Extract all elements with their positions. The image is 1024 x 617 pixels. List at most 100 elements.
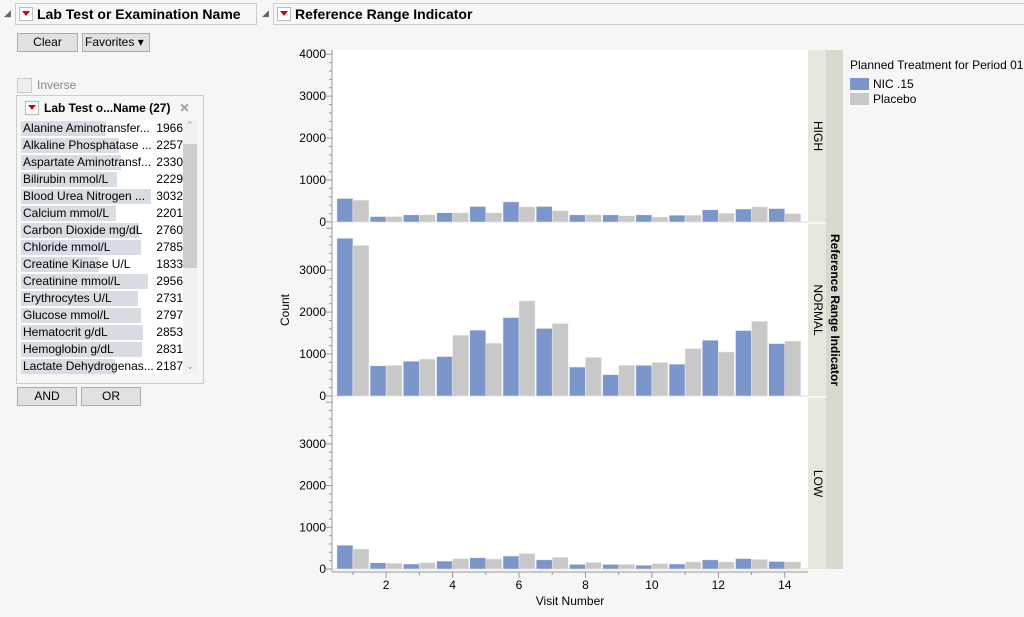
bar-low-nic15[interactable] bbox=[403, 563, 420, 570]
bar-normal-placebo[interactable] bbox=[518, 300, 536, 397]
bar-normal-nic15[interactable] bbox=[569, 366, 586, 397]
x-tick-label: 8 bbox=[582, 578, 589, 592]
bar-normal-nic15[interactable] bbox=[535, 328, 553, 397]
bar-low-nic15[interactable] bbox=[768, 561, 785, 570]
bar-low-nic15[interactable] bbox=[535, 559, 553, 570]
bar-high-nic15[interactable] bbox=[668, 215, 686, 223]
bar-high-nic15[interactable] bbox=[569, 214, 586, 223]
bar-normal-placebo[interactable] bbox=[452, 334, 469, 397]
bar-normal-placebo[interactable] bbox=[551, 323, 569, 397]
y-tick-label: 1000 bbox=[299, 520, 326, 534]
bar-low-placebo[interactable] bbox=[452, 558, 469, 570]
bar-high-nic15[interactable] bbox=[369, 216, 387, 223]
bar-low-placebo[interactable] bbox=[751, 559, 768, 570]
legend-label[interactable]: Placebo bbox=[873, 92, 917, 106]
bar-normal-nic15[interactable] bbox=[469, 329, 487, 397]
bar-high-placebo[interactable] bbox=[651, 216, 669, 223]
bar-normal-placebo[interactable] bbox=[485, 342, 503, 397]
bar-low-nic15[interactable] bbox=[702, 559, 719, 570]
panel-label: LOW bbox=[811, 470, 825, 498]
bar-high-placebo[interactable] bbox=[385, 216, 403, 223]
bar-normal-nic15[interactable] bbox=[602, 374, 619, 397]
legend-swatch[interactable] bbox=[850, 93, 869, 105]
y-tick-label: 2000 bbox=[299, 131, 326, 145]
bar-normal-placebo[interactable] bbox=[651, 362, 669, 397]
bar-high-placebo[interactable] bbox=[718, 212, 735, 223]
bar-high-nic15[interactable] bbox=[735, 208, 752, 223]
bar-high-placebo[interactable] bbox=[618, 215, 635, 223]
bar-high-nic15[interactable] bbox=[469, 206, 487, 223]
bar-normal-placebo[interactable] bbox=[618, 365, 635, 397]
bar-high-placebo[interactable] bbox=[352, 199, 370, 223]
bar-normal-nic15[interactable] bbox=[502, 317, 520, 397]
bar-normal-nic15[interactable] bbox=[768, 343, 785, 397]
y-axis-label: Count bbox=[278, 293, 292, 326]
bar-normal-placebo[interactable] bbox=[784, 340, 801, 397]
bar-low-placebo[interactable] bbox=[419, 562, 436, 570]
bar-high-placebo[interactable] bbox=[585, 214, 602, 223]
y-tick-label: 2000 bbox=[299, 305, 326, 319]
bar-high-placebo[interactable] bbox=[518, 206, 536, 223]
bar-high-placebo[interactable] bbox=[485, 212, 503, 223]
bar-low-nic15[interactable] bbox=[469, 557, 487, 570]
bar-high-nic15[interactable] bbox=[336, 198, 354, 223]
bar-low-nic15[interactable] bbox=[502, 555, 520, 570]
y-tick-label: 3000 bbox=[299, 437, 326, 451]
bar-low-nic15[interactable] bbox=[602, 564, 619, 570]
bar-low-placebo[interactable] bbox=[718, 561, 735, 570]
bar-normal-placebo[interactable] bbox=[718, 351, 735, 397]
bar-high-placebo[interactable] bbox=[784, 213, 801, 223]
bar-normal-placebo[interactable] bbox=[684, 348, 702, 397]
bar-normal-nic15[interactable] bbox=[369, 365, 387, 397]
bar-normal-nic15[interactable] bbox=[702, 339, 719, 397]
bar-low-nic15[interactable] bbox=[436, 560, 453, 570]
bar-low-nic15[interactable] bbox=[369, 562, 387, 570]
x-tick-label: 2 bbox=[383, 578, 390, 592]
bar-high-nic15[interactable] bbox=[702, 209, 719, 223]
bar-high-nic15[interactable] bbox=[502, 201, 520, 223]
bar-low-placebo[interactable] bbox=[518, 553, 536, 570]
bar-normal-nic15[interactable] bbox=[403, 360, 420, 397]
strip-title: Reference Range Indicator bbox=[828, 234, 842, 386]
bar-normal-nic15[interactable] bbox=[436, 356, 453, 397]
legend-label[interactable]: NIC .15 bbox=[873, 77, 914, 91]
bar-high-nic15[interactable] bbox=[768, 208, 785, 223]
bar-high-nic15[interactable] bbox=[602, 214, 619, 223]
bar-low-nic15[interactable] bbox=[336, 544, 354, 570]
bar-low-placebo[interactable] bbox=[684, 561, 702, 570]
panel-label: NORMAL bbox=[811, 284, 825, 336]
bar-low-placebo[interactable] bbox=[385, 562, 403, 570]
bar-high-placebo[interactable] bbox=[551, 210, 569, 223]
y-tick-label: 2000 bbox=[299, 479, 326, 493]
bar-normal-nic15[interactable] bbox=[668, 363, 686, 397]
bar-low-nic15[interactable] bbox=[735, 558, 752, 570]
bar-low-nic15[interactable] bbox=[668, 563, 686, 570]
bar-low-placebo[interactable] bbox=[651, 563, 669, 570]
bar-normal-nic15[interactable] bbox=[735, 330, 752, 397]
bar-normal-placebo[interactable] bbox=[385, 365, 403, 397]
bar-high-placebo[interactable] bbox=[419, 214, 436, 223]
bar-normal-placebo[interactable] bbox=[352, 245, 370, 397]
bar-low-nic15[interactable] bbox=[635, 564, 653, 570]
bar-low-placebo[interactable] bbox=[551, 557, 569, 570]
bar-high-nic15[interactable] bbox=[535, 206, 553, 223]
bar-normal-placebo[interactable] bbox=[751, 321, 768, 397]
bar-normal-nic15[interactable] bbox=[336, 238, 354, 397]
bar-low-placebo[interactable] bbox=[784, 561, 801, 570]
bar-high-nic15[interactable] bbox=[635, 214, 653, 223]
bar-high-nic15[interactable] bbox=[403, 214, 420, 223]
bar-low-nic15[interactable] bbox=[569, 564, 586, 570]
x-tick-label: 14 bbox=[778, 578, 792, 592]
bar-low-placebo[interactable] bbox=[485, 558, 503, 570]
bar-normal-placebo[interactable] bbox=[585, 357, 602, 397]
bar-high-placebo[interactable] bbox=[452, 212, 469, 223]
bar-high-nic15[interactable] bbox=[436, 212, 453, 223]
bar-low-placebo[interactable] bbox=[585, 562, 602, 570]
bar-normal-nic15[interactable] bbox=[635, 365, 653, 397]
legend-swatch[interactable] bbox=[850, 78, 869, 90]
bar-high-placebo[interactable] bbox=[684, 215, 702, 223]
bar-high-placebo[interactable] bbox=[751, 206, 768, 223]
bar-low-placebo[interactable] bbox=[352, 548, 370, 570]
bar-low-placebo[interactable] bbox=[618, 564, 635, 570]
bar-normal-placebo[interactable] bbox=[419, 358, 436, 397]
